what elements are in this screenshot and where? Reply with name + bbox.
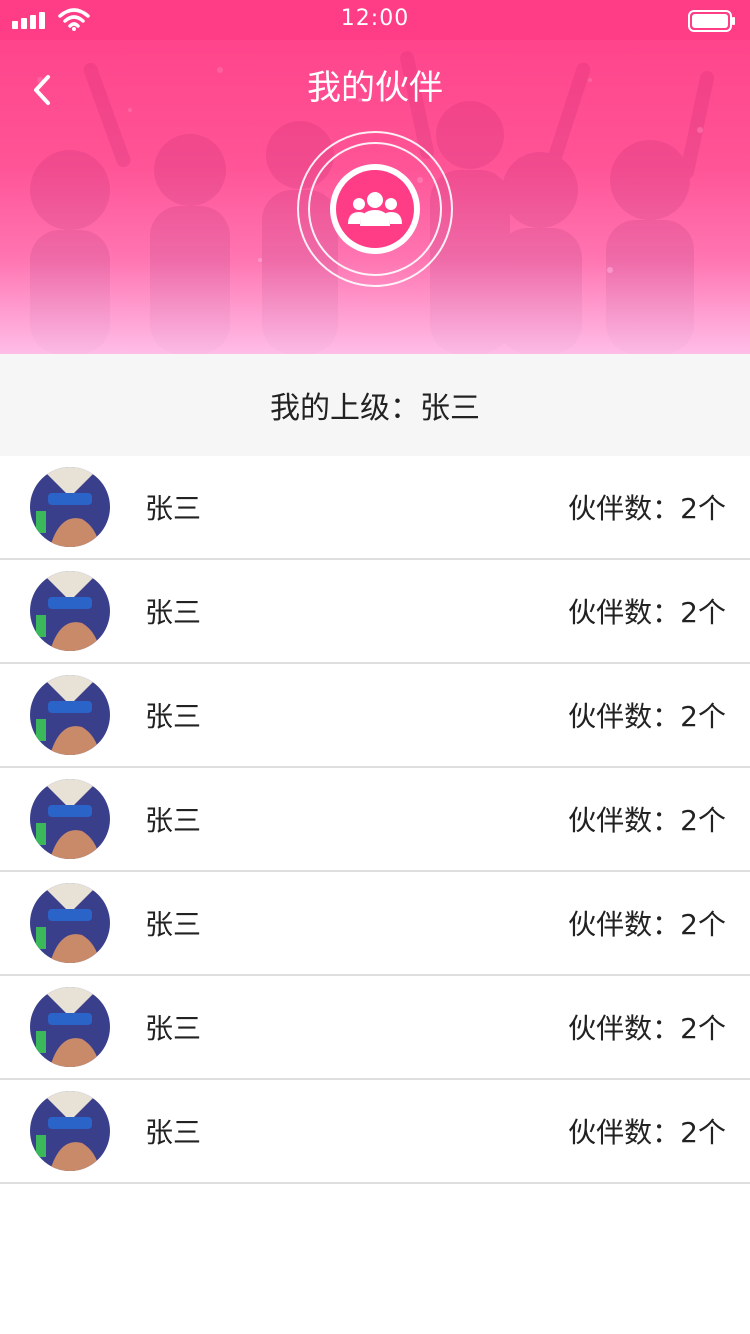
avatar <box>30 571 110 651</box>
superior-label: 我的上级： <box>270 391 420 426</box>
avatar <box>30 1091 110 1171</box>
partner-count-value: 2个 <box>680 1116 726 1149</box>
list-item[interactable]: 张三 伙伴数：2个 <box>0 872 750 976</box>
avatar-image <box>30 779 110 859</box>
list-item[interactable]: 张三 伙伴数：2个 <box>0 560 750 664</box>
avatar <box>30 883 110 963</box>
partner-count-label: 伙伴数： <box>568 908 681 941</box>
partner-count: 伙伴数：2个 <box>568 591 726 631</box>
avatar-image <box>30 467 110 547</box>
avatar <box>30 779 110 859</box>
avatar-image <box>30 987 110 1067</box>
partner-badge <box>297 131 453 287</box>
partner-name: 张三 <box>145 700 202 733</box>
status-bar: 12:00 <box>0 0 750 40</box>
partner-count: 伙伴数：2个 <box>568 695 726 735</box>
partner-count-label: 伙伴数： <box>568 804 681 837</box>
partner-count-value: 2个 <box>680 596 726 629</box>
avatar-image <box>30 883 110 963</box>
header-banner: 我的伙伴 <box>0 40 750 354</box>
partner-count-label: 伙伴数： <box>568 1116 681 1149</box>
avatar-image <box>30 675 110 755</box>
partner-count-value: 2个 <box>680 1012 726 1045</box>
partner-count-label: 伙伴数： <box>568 700 681 733</box>
list-item[interactable]: 张三 伙伴数：2个 <box>0 456 750 560</box>
partner-name: 张三 <box>145 492 202 525</box>
list-item[interactable]: 张三 伙伴数：2个 <box>0 664 750 768</box>
avatar-image <box>30 571 110 651</box>
partner-count-label: 伙伴数： <box>568 1012 681 1045</box>
partner-count-value: 2个 <box>680 908 726 941</box>
list-item[interactable]: 张三 伙伴数：2个 <box>0 768 750 872</box>
superior-name: 张三 <box>420 391 480 426</box>
page-title: 我的伙伴 <box>307 68 443 108</box>
partner-name: 张三 <box>145 804 202 837</box>
partner-count-value: 2个 <box>680 492 726 525</box>
status-time: 12:00 <box>340 6 410 31</box>
partner-list: 张三 伙伴数：2个 张三 伙伴数：2个 张三 伙伴数：2个 张三 伙伴数：2个 … <box>0 456 750 1184</box>
partner-name: 张三 <box>145 1116 202 1149</box>
battery-icon <box>688 10 735 32</box>
avatar <box>30 675 110 755</box>
avatar-image <box>30 1091 110 1171</box>
partner-name: 张三 <box>145 596 202 629</box>
list-item[interactable]: 张三 伙伴数：2个 <box>0 1080 750 1184</box>
avatar <box>30 467 110 547</box>
partner-count-label: 伙伴数： <box>568 596 681 629</box>
partner-name: 张三 <box>145 908 202 941</box>
partner-count-value: 2个 <box>680 804 726 837</box>
partner-count: 伙伴数：2个 <box>568 799 726 839</box>
partner-count-value: 2个 <box>680 700 726 733</box>
partner-count: 伙伴数：2个 <box>568 487 726 527</box>
avatar <box>30 987 110 1067</box>
partner-count: 伙伴数：2个 <box>568 903 726 943</box>
list-item[interactable]: 张三 伙伴数：2个 <box>0 976 750 1080</box>
superior-section: 我的上级： 张三 <box>0 354 750 456</box>
partner-count-label: 伙伴数： <box>568 492 681 525</box>
partner-count: 伙伴数：2个 <box>568 1007 726 1047</box>
partner-name: 张三 <box>145 1012 202 1045</box>
partner-count: 伙伴数：2个 <box>568 1111 726 1151</box>
